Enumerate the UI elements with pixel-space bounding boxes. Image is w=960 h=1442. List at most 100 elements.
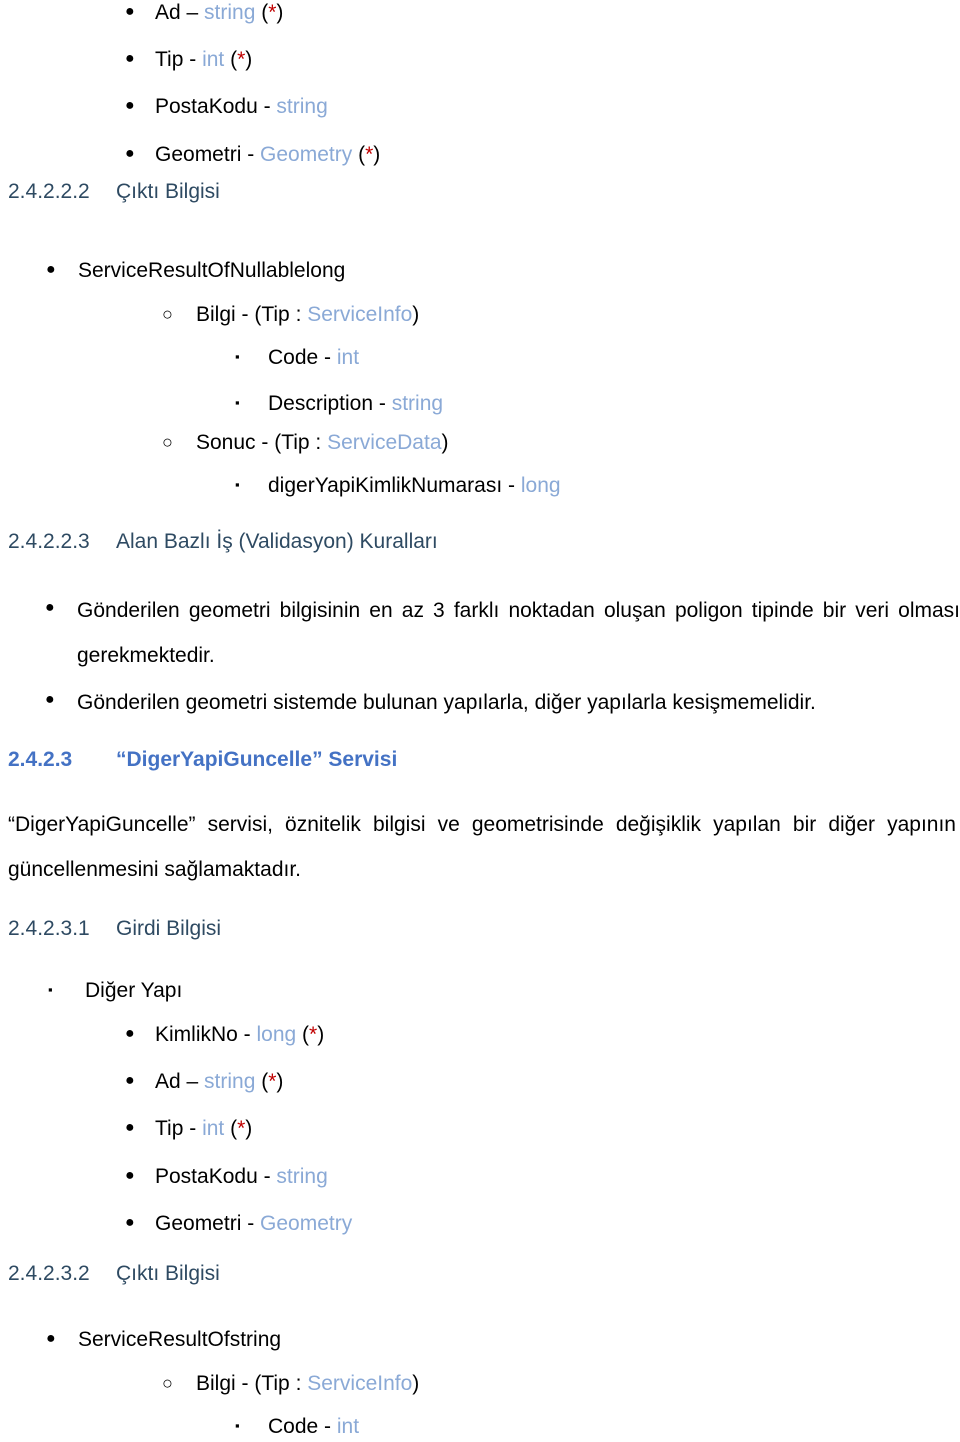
member-bilgi: ○ Bilgi - (Tip : ServiceInfo): [162, 302, 419, 327]
output-tree-2-4-2-3-2: ● ServiceResultOfstring: [46, 1327, 281, 1352]
list-item: ● Ad – string (*): [125, 1069, 352, 1094]
heading-number: 2.4.2.3: [8, 748, 73, 771]
bullet-disc-icon: ●: [125, 1119, 135, 1137]
member-bilgi-out-children: ▪ Code - int: [235, 1414, 359, 1439]
field-required: (*): [255, 1, 284, 24]
field-type: string: [391, 392, 444, 416]
field-name: Ad –: [155, 1070, 205, 1094]
field-type: Geometry: [260, 1211, 353, 1235]
bullet-disc-icon: ●: [46, 261, 56, 278]
list-item: ▪ Code - int: [235, 345, 443, 370]
field-name: Tip -: [155, 1117, 203, 1141]
rule-text: Gönderilen geometri bilgisinin en az 3 f…: [77, 599, 960, 668]
field-required: (*): [224, 1117, 253, 1141]
list-item: ● Gönderilen geometri sistemde bulunan y…: [45, 680, 960, 725]
field-type: long: [520, 474, 561, 497]
field-type: Geometry: [260, 142, 353, 166]
bullet-disc-icon: ●: [46, 1330, 56, 1347]
member-type: ServiceInfo: [307, 1372, 413, 1395]
heading-2-4-2-3-1: 2.4.2.3.1 Girdi Bilgisi: [8, 917, 221, 940]
field-type: int: [336, 1415, 360, 1438]
field-required: (*): [352, 142, 381, 166]
heading-title: Çıktı Bilgisi: [116, 1262, 220, 1285]
heading-2-4-2-2-2: 2.4.2.2.2 Çıktı Bilgisi: [8, 180, 220, 203]
field-type: string: [276, 1164, 328, 1188]
bullet-disc-icon: ●: [125, 1166, 135, 1184]
field-name: Code -: [268, 1415, 337, 1438]
output-tree-2-4-2-2-2: ● ServiceResultOfNullablelong: [46, 258, 345, 283]
field-name: Tip -: [155, 48, 203, 72]
field-type: string: [204, 1, 256, 24]
member-label-tail: ): [412, 303, 420, 326]
bullet-square-icon: ▪: [48, 982, 53, 997]
heading-title: Alan Bazlı İş (Validasyon) Kuralları: [116, 530, 438, 553]
list-item: ▪ Code - int: [235, 1414, 359, 1439]
input-group-diger-yapi: ▪ Diğer Yapı: [48, 978, 182, 1003]
bullet-disc-icon: ●: [125, 97, 135, 115]
member-label-tail: ): [441, 431, 449, 454]
field-type: long: [256, 1023, 297, 1046]
heading-number: 2.4.2.2.3: [8, 530, 90, 553]
member-type: ServiceData: [327, 431, 442, 454]
field-required: (*): [224, 48, 253, 72]
member-bilgi-children: ▪ Code - int ▪ Description - string: [235, 345, 443, 416]
bullet-disc-icon: ●: [125, 3, 135, 20]
member-bilgi-out: ○ Bilgi - (Tip : ServiceInfo): [162, 1371, 419, 1396]
list-item: ● Ad – string (*): [125, 0, 380, 25]
heading-2-4-2-3-2: 2.4.2.3.2 Çıktı Bilgisi: [8, 1262, 220, 1285]
bullet-disc-icon: ●: [125, 1072, 135, 1090]
heading-number: 2.4.2.3.2: [8, 1262, 90, 1285]
rule-text: Gönderilen geometri sistemde bulunan yap…: [77, 691, 816, 715]
group-label: Diğer Yapı: [85, 979, 183, 1002]
member-label-tail: ): [412, 1372, 420, 1395]
field-type: string: [204, 1070, 256, 1094]
field-name: Geometri -: [155, 142, 261, 166]
list-item: ● ServiceResultOfstring: [46, 1327, 281, 1352]
heading-number: 2.4.2.3.1: [8, 917, 90, 940]
list-item: ● Geometri - Geometry (*): [125, 142, 380, 167]
document-page: ● Ad – string (*) ● Tip - int (*) ● Post…: [0, 0, 960, 1442]
field-type: int: [202, 1117, 225, 1141]
bullet-square-icon: ▪: [235, 395, 240, 411]
list-item: ▪ Description - string: [235, 391, 443, 416]
result-root: ServiceResultOfstring: [78, 1328, 282, 1351]
list-item: ● Geometri - Geometry: [125, 1211, 352, 1236]
bullet-disc-icon: ●: [125, 144, 135, 162]
bullet-circle-icon: ○: [162, 432, 173, 452]
member-sonuc-children: ▪ digerYapiKimlikNumarası - long: [235, 473, 561, 498]
member-label: Sonuc - (Tip :: [196, 431, 328, 454]
bullet-circle-icon: ○: [162, 304, 173, 324]
field-name: PostaKodu -: [155, 1164, 277, 1188]
list-item: ● Gönderilen geometri bilgisinin en az 3…: [45, 588, 960, 678]
bullet-disc-icon: ●: [125, 1025, 135, 1042]
field-name: digerYapiKimlikNumarası -: [268, 474, 521, 497]
field-required: (*): [255, 1070, 284, 1094]
service-description-paragraph: “DigerYapiGuncelle” servisi, öznitelik b…: [8, 813, 956, 882]
list-item: ● PostaKodu - string: [125, 1164, 352, 1189]
list-item: ▪ Diğer Yapı: [48, 978, 182, 1003]
field-name: Ad –: [155, 1, 205, 24]
member-label: Bilgi - (Tip :: [196, 303, 308, 326]
heading-2-4-2-2-3: 2.4.2.2.3 Alan Bazlı İş (Validasyon) Kura…: [8, 530, 438, 553]
bullet-circle-icon: ○: [162, 1373, 173, 1393]
list-item: ● Tip - int (*): [125, 1116, 352, 1141]
bullet-square-icon: ▪: [235, 349, 240, 364]
heading-2-4-2-3: 2.4.2.3 “DigerYapiGuncelle” Servisi: [8, 748, 397, 771]
list-item: ● PostaKodu - string: [125, 94, 380, 119]
bullet-disc-icon: ●: [125, 50, 135, 68]
field-type: int: [336, 346, 360, 369]
member-sonuc: ○ Sonuc - (Tip : ServiceData): [162, 430, 449, 455]
bullet-disc-icon: ●: [45, 691, 55, 709]
top-fields-list: ● Ad – string (*) ● Tip - int (*) ● Post…: [125, 0, 380, 167]
bullet-square-icon: ▪: [235, 1418, 240, 1433]
list-item: ○ Bilgi - (Tip : ServiceInfo): [162, 302, 419, 327]
field-type: int: [202, 48, 225, 72]
validation-rules-list: ● Gönderilen geometri bilgisinin en az 3…: [45, 588, 960, 725]
list-item: ▪ digerYapiKimlikNumarası - long: [235, 473, 561, 498]
list-item: ● KimlikNo - long (*): [125, 1022, 352, 1047]
field-name: PostaKodu -: [155, 95, 277, 119]
field-type: string: [276, 95, 328, 119]
field-name: Geometri -: [155, 1211, 261, 1235]
list-item: ○ Sonuc - (Tip : ServiceData): [162, 430, 449, 455]
member-label: Bilgi - (Tip :: [196, 1372, 308, 1395]
